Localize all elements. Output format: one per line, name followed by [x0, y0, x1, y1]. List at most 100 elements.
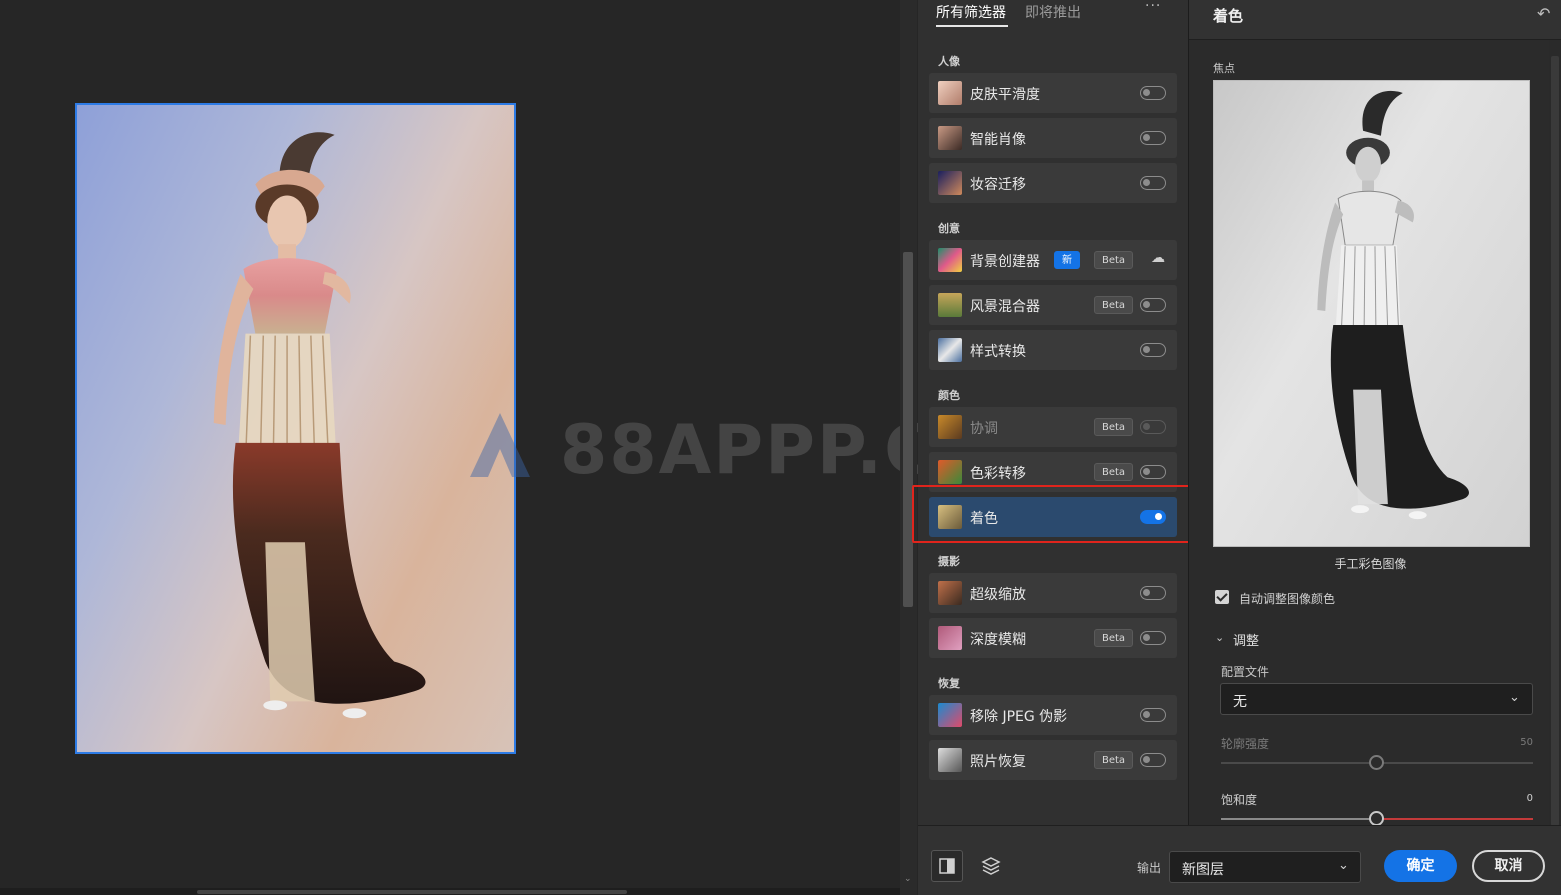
photo-figure-illustration: [213, 132, 426, 719]
adjust-section-toggle[interactable]: 调整: [1233, 630, 1259, 649]
compare-view-button[interactable]: [931, 850, 963, 882]
tab-all-filters[interactable]: 所有筛选器: [936, 2, 1006, 22]
more-options-icon[interactable]: ···: [1145, 0, 1161, 14]
color-transfer-thumbnail-icon: [938, 460, 962, 484]
canvas-horizontal-scrollbar[interactable]: [0, 888, 900, 895]
super-zoom-toggle[interactable]: [1140, 586, 1166, 600]
auto-adjust-checkbox[interactable]: [1215, 590, 1229, 604]
focus-preview-image[interactable]: [1213, 80, 1530, 547]
layer-preview-button[interactable]: [975, 850, 1007, 882]
harmonization-toggle[interactable]: [1140, 420, 1166, 434]
filter-depth-blur[interactable]: 深度模糊 Beta: [929, 618, 1177, 658]
super-zoom-thumbnail-icon: [938, 581, 962, 605]
filter-colorize[interactable]: 着色: [929, 497, 1177, 537]
harmonization-thumbnail-icon: [938, 415, 962, 439]
properties-scrollbar[interactable]: [1549, 40, 1561, 826]
filter-remove-jpeg-artifacts[interactable]: 移除 JPEG 伪影: [929, 695, 1177, 735]
saturation-value: 0: [1526, 793, 1533, 804]
colorize-thumbnail-icon: [938, 505, 962, 529]
preview-caption: 手工彩色图像: [1334, 557, 1407, 571]
filter-label: 智能肖像: [970, 132, 1026, 148]
makeup-transfer-thumbnail-icon: [938, 171, 962, 195]
scrollbar-thumb[interactable]: [1551, 56, 1559, 826]
contour-strength-slider-handle[interactable]: [1369, 755, 1384, 770]
filter-super-zoom[interactable]: 超级缩放: [929, 573, 1177, 613]
beta-badge: Beta: [1094, 751, 1134, 769]
filter-label: 色彩转移: [970, 466, 1026, 482]
cancel-button[interactable]: 取消: [1472, 850, 1545, 882]
preview-figure-illustration: [1317, 90, 1469, 520]
saturation-slider-handle[interactable]: [1369, 811, 1384, 826]
photo-restoration-thumbnail-icon: [938, 748, 962, 772]
chevron-down-icon: ⌄: [1338, 858, 1349, 873]
colorized-photo[interactable]: [75, 103, 516, 754]
scrollbar-thumb[interactable]: [903, 252, 913, 607]
ok-button[interactable]: 确定: [1384, 850, 1457, 882]
colorize-toggle[interactable]: [1140, 510, 1166, 524]
bottom-action-bar: 输出 新图层 ⌄ 确定 取消: [918, 825, 1561, 895]
properties-title: 着色: [1213, 7, 1244, 25]
filter-tabs: 所有筛选器 即将推出 ···: [918, 0, 1188, 30]
active-tab-indicator: [936, 25, 1008, 27]
beta-badge: Beta: [1094, 251, 1134, 269]
canvas-area[interactable]: 88APPP.COM: [0, 0, 1064, 888]
scroll-down-arrow-icon[interactable]: ⌄: [904, 874, 912, 884]
output-select-value: 新图层: [1182, 862, 1224, 878]
makeup-transfer-toggle[interactable]: [1140, 176, 1166, 190]
section-label-restoration: 恢复: [938, 677, 960, 690]
saturation-label: 饱和度: [1221, 793, 1258, 807]
neural-filters-workspace: 88APPP.COM ⌄ 所有筛选器 即将推出 ··· 人像 皮肤平滑度 智能肖…: [0, 0, 1561, 895]
filter-label: 协调: [970, 421, 998, 437]
focus-label: 焦点: [1213, 62, 1235, 75]
contour-strength-value: 50: [1520, 737, 1533, 748]
filter-backdrop-creator[interactable]: 背景创建器 新 Beta ☁: [929, 240, 1177, 280]
auto-adjust-label: 自动调整图像颜色: [1239, 592, 1336, 606]
reset-icon[interactable]: ↶: [1537, 4, 1550, 23]
photo-restoration-toggle[interactable]: [1140, 753, 1166, 767]
chevron-down-icon[interactable]: ⌄: [1215, 631, 1224, 644]
beta-badge: Beta: [1094, 629, 1134, 647]
filter-style-transfer[interactable]: 样式转换: [929, 330, 1177, 370]
smart-portrait-toggle[interactable]: [1140, 131, 1166, 145]
scrollbar-thumb[interactable]: [197, 890, 627, 894]
filter-photo-restoration[interactable]: 照片恢复 Beta: [929, 740, 1177, 780]
profile-label: 配置文件: [1221, 665, 1270, 679]
profile-select[interactable]: 无 ⌄: [1220, 683, 1533, 715]
section-label-portrait: 人像: [938, 55, 960, 68]
depth-blur-thumbnail-icon: [938, 626, 962, 650]
filter-makeup-transfer[interactable]: 妆容迁移: [929, 163, 1177, 203]
filters-vertical-scrollbar[interactable]: ⌄: [900, 0, 917, 895]
skin-smoothing-toggle[interactable]: [1140, 86, 1166, 100]
filter-landscape-mixer[interactable]: 风景混合器 Beta: [929, 285, 1177, 325]
filter-skin-smoothing[interactable]: 皮肤平滑度: [929, 73, 1177, 113]
layers-icon: [981, 857, 1001, 875]
filter-label: 移除 JPEG 伪影: [970, 709, 1068, 725]
filter-smart-portrait[interactable]: 智能肖像: [929, 118, 1177, 158]
filter-color-transfer[interactable]: 色彩转移 Beta: [929, 452, 1177, 492]
jpeg-artifacts-thumbnail-icon: [938, 703, 962, 727]
filter-label: 皮肤平滑度: [970, 87, 1040, 103]
tab-coming-soon[interactable]: 即将推出: [1025, 2, 1081, 22]
filter-label: 样式转换: [970, 344, 1026, 360]
style-transfer-toggle[interactable]: [1140, 343, 1166, 357]
split-view-icon: [939, 858, 955, 874]
properties-header: 着色 ↶: [1189, 0, 1561, 40]
smart-portrait-thumbnail-icon: [938, 126, 962, 150]
output-label: 输出: [1137, 861, 1162, 875]
filter-label: 风景混合器: [970, 299, 1040, 315]
output-select[interactable]: 新图层 ⌄: [1169, 851, 1361, 883]
filters-panel: 所有筛选器 即将推出 ··· 人像 皮肤平滑度 智能肖像 妆容迁移 创意 背景创…: [918, 0, 1188, 825]
cloud-download-icon[interactable]: ☁: [1151, 250, 1165, 266]
filter-label: 超级缩放: [970, 587, 1026, 603]
filter-label: 深度模糊: [970, 632, 1026, 648]
landscape-mixer-toggle[interactable]: [1140, 298, 1166, 312]
section-label-creative: 创意: [938, 222, 960, 235]
filter-label: 背景创建器: [970, 254, 1040, 270]
filter-label: 着色: [970, 511, 998, 527]
jpeg-artifacts-toggle[interactable]: [1140, 708, 1166, 722]
beta-badge: Beta: [1094, 418, 1134, 436]
section-label-photography: 摄影: [938, 555, 960, 568]
depth-blur-toggle[interactable]: [1140, 631, 1166, 645]
color-transfer-toggle[interactable]: [1140, 465, 1166, 479]
filter-harmonization[interactable]: 协调 Beta: [929, 407, 1177, 447]
